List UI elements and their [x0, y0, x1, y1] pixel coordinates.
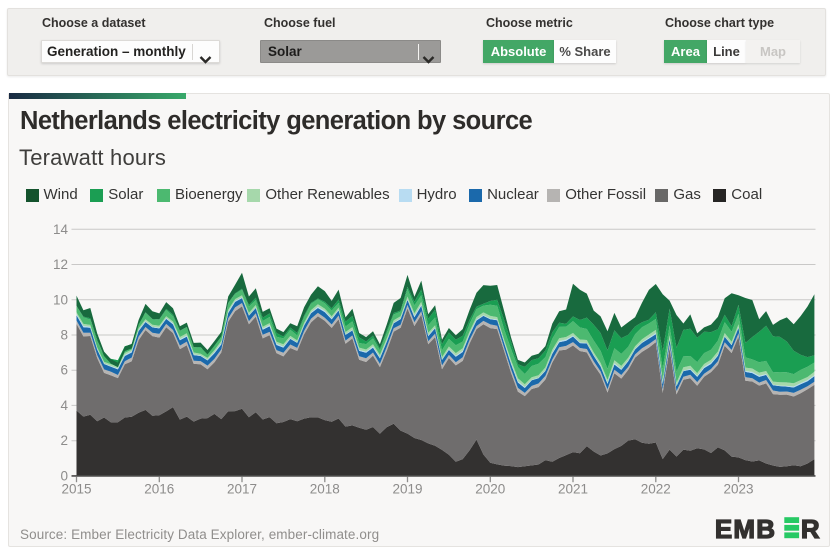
svg-text:2019: 2019	[392, 481, 422, 496]
svg-text:2018: 2018	[310, 481, 340, 496]
svg-text:2023: 2023	[723, 481, 753, 496]
svg-text:2: 2	[60, 433, 68, 448]
svg-text:EMB: EMB	[715, 515, 776, 541]
svg-text:4: 4	[60, 398, 68, 413]
svg-text:14: 14	[53, 222, 69, 237]
svg-text:2017: 2017	[227, 481, 257, 496]
svg-text:2022: 2022	[641, 481, 671, 496]
svg-text:12: 12	[53, 257, 68, 272]
svg-text:2020: 2020	[475, 481, 505, 496]
svg-text:10: 10	[53, 292, 68, 307]
svg-text:2021: 2021	[558, 481, 588, 496]
svg-text:2016: 2016	[144, 481, 174, 496]
svg-text:6: 6	[60, 363, 68, 378]
svg-text:8: 8	[60, 328, 68, 343]
svg-text:2015: 2015	[61, 481, 91, 496]
svg-text:R: R	[801, 515, 820, 541]
